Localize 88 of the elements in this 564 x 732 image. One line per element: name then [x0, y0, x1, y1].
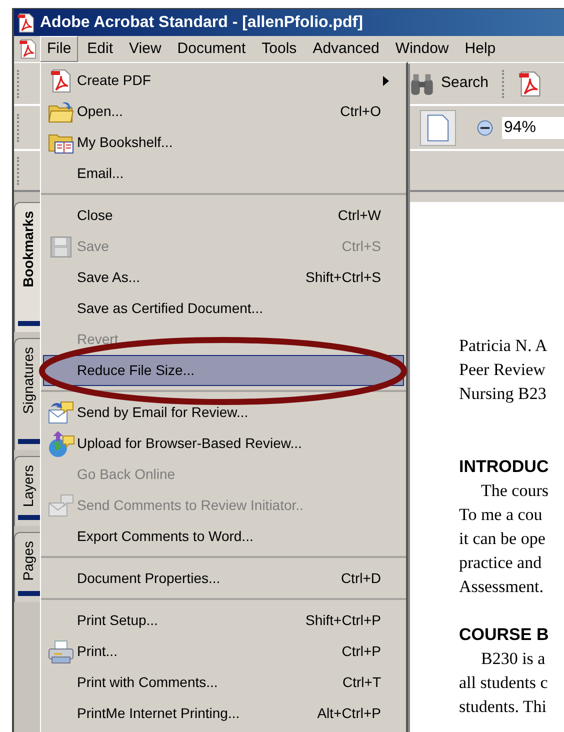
document-icon [18, 38, 38, 60]
menu-bar-item[interactable]: Document [170, 36, 253, 62]
document-text: all students c [459, 672, 549, 694]
printer-icon [46, 638, 74, 664]
document-heading: COURSE B [459, 624, 550, 646]
globe-upload-icon [46, 430, 74, 458]
menu-item[interactable]: Print Setup... Shift+Ctrl+P [43, 605, 404, 636]
menu-item[interactable]: Save As... Shift+Ctrl+S [43, 262, 404, 293]
menu-shortcut: Ctrl+O [340, 102, 381, 121]
menu-item-label: Save [77, 237, 109, 256]
menu-item[interactable]: Document Properties... Ctrl+D [43, 563, 404, 594]
menu-item-label: Print with Comments... [77, 673, 218, 692]
menu-bar-item[interactable]: Tools [254, 36, 304, 62]
menu-item-label: Upload for Browser-Based Review... [77, 434, 302, 453]
menu-item[interactable]: Export Comments to Word... [43, 521, 404, 552]
envelope-icon [46, 492, 74, 518]
menu-item-label: Print Setup... [77, 611, 158, 630]
menu-item-label: PrintMe Internet Printing... [77, 704, 240, 723]
menu-shortcut: Ctrl+W [338, 206, 381, 225]
window-title: Adobe Acrobat Standard - [allenPfolio.pdf] [40, 12, 363, 32]
document-text: The cours [480, 480, 550, 502]
folder-icon [48, 100, 74, 124]
document-heading: INTRODUC [459, 456, 550, 478]
envelope-icon [46, 400, 74, 426]
toolbar-grip[interactable] [17, 114, 22, 142]
menu-item-label: Document Properties... [77, 569, 220, 588]
menu-item[interactable]: Email... [43, 158, 404, 189]
menu-bar-item[interactable]: Help [458, 36, 503, 62]
menu-item-label: Email... [77, 164, 124, 183]
document-text: Assessment. [459, 576, 545, 598]
menu-item-label: Send Comments to Review Initiator.. [77, 496, 304, 515]
menu-item[interactable]: Reduce File Size... [43, 355, 404, 386]
menu-item[interactable]: Print... Ctrl+P [43, 636, 404, 667]
side-tab[interactable]: Bookmarks [14, 202, 42, 332]
menu-item-label: Print... [77, 642, 118, 661]
menu-item[interactable]: Close Ctrl+W [43, 200, 404, 231]
menu-bar-item[interactable]: Edit [80, 36, 120, 62]
toolbar-grip[interactable] [17, 156, 22, 184]
zoom-out-icon[interactable] [476, 118, 494, 136]
menu-item-label: Revert [77, 330, 118, 349]
menu-item-label: Close [77, 206, 113, 225]
document-text: students. Thi [459, 696, 548, 718]
menu-shortcut: Ctrl+S [342, 237, 381, 256]
menu-item[interactable]: Create PDF [43, 65, 404, 96]
menu-item-label: Save as Certified Document... [77, 299, 263, 318]
single-page-button[interactable] [420, 110, 456, 146]
menu-item-label: My Bookshelf... [77, 133, 173, 152]
side-tab[interactable]: Signatures [14, 338, 42, 450]
menu-shortcut: Shift+Ctrl+S [306, 268, 381, 287]
menu-item-label: Create PDF [77, 71, 151, 90]
menu-shortcut: Shift+Ctrl+P [306, 611, 381, 630]
menu-item[interactable]: Upload for Browser-Based Review... [43, 428, 404, 459]
document-text: B230 is a [480, 648, 546, 670]
document-text: Peer Review [459, 359, 546, 381]
document-text: Patricia N. A [459, 335, 548, 357]
document-text: practice and [459, 552, 543, 574]
menu-item-label: Go Back Online [77, 465, 176, 484]
pdf-icon [48, 68, 72, 94]
side-tab[interactable]: Pages [14, 532, 42, 602]
menu-item-label: Send by Email for Review... [77, 403, 248, 422]
menu-bar-item[interactable]: Window [388, 36, 456, 62]
menu-item[interactable]: Open... Ctrl+O [43, 96, 404, 127]
menu-bar-item[interactable]: Advanced [306, 36, 386, 62]
menu-item[interactable]: Save as Certified Document... [43, 293, 404, 324]
menu-item[interactable]: My Bookshelf... [43, 127, 404, 158]
toolbar-grip[interactable] [502, 70, 507, 98]
menu-bar-item[interactable]: View [122, 36, 168, 62]
side-tab[interactable]: Layers [14, 456, 42, 526]
menu-item-label: Open... [77, 102, 123, 121]
document-text: To me a cou [459, 504, 544, 526]
document-text: it can be ope [459, 528, 546, 550]
menu-item-label: Save As... [77, 268, 140, 287]
menu-item[interactable]: PrintMe Internet Printing... Alt+Ctrl+P [43, 698, 404, 729]
document-text: Nursing B23 [459, 383, 548, 405]
menu-shortcut: Ctrl+P [342, 642, 381, 661]
page-icon [427, 114, 449, 142]
menu-bar-item[interactable]: File [40, 36, 78, 62]
menu-shortcut: Ctrl+D [340, 569, 381, 588]
zoom-field[interactable]: 94% [502, 116, 564, 138]
menu-item[interactable]: Send by Email for Review... [43, 397, 404, 428]
menu-shortcut: Ctrl+T [342, 673, 381, 692]
menu-shortcut: Alt+Ctrl+P [317, 704, 381, 723]
toolbar-grip[interactable] [17, 70, 22, 98]
create-pdf-icon [516, 68, 543, 98]
app-icon [16, 12, 36, 34]
menu-item-label: Export Comments to Word... [77, 527, 254, 546]
menu-item[interactable]: Print with Comments... Ctrl+T [43, 667, 404, 698]
menu-item-label: Reduce File Size... [77, 361, 194, 380]
